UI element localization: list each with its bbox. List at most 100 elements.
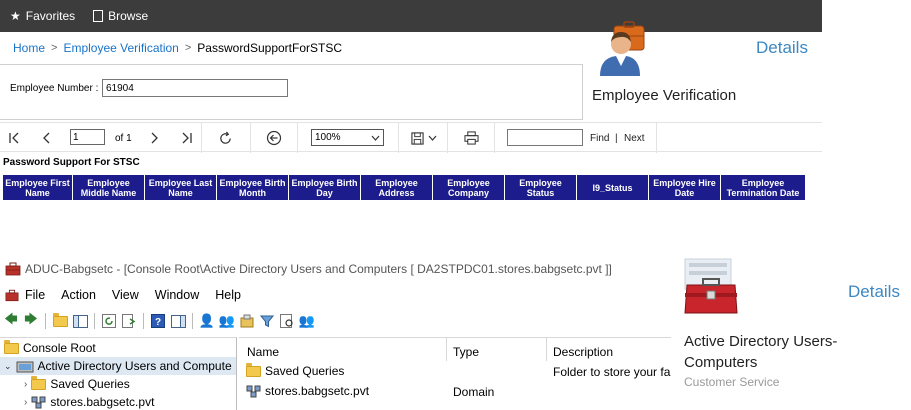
column-header: Employee Birth Month [217, 175, 289, 200]
toolbar-divider [143, 313, 144, 329]
breadcrumb-separator: > [184, 42, 192, 54]
up-one-level-button[interactable] [51, 312, 69, 330]
toolbar-divider [494, 123, 495, 153]
column-header-type[interactable]: Type [453, 345, 479, 359]
forward-button[interactable]: 🡆 [22, 311, 40, 330]
list-item-description: Folder to store your fa [553, 365, 671, 379]
column-header: Employee Hire Date [649, 175, 721, 200]
breadcrumb-employee-verification[interactable]: Employee Verification [63, 41, 178, 55]
new-user-button[interactable]: 👤 [198, 312, 216, 330]
aduc-window-title: ADUC-Babgsetc - [Console Root\Active Dir… [5, 262, 612, 276]
console-tree: Console Root ⌄ Active Directory Users an… [0, 337, 237, 410]
menu-help[interactable]: Help [215, 288, 241, 302]
page-count: of 1 [115, 133, 132, 144]
list-item-name[interactable]: stores.babgsetc.pvt [246, 384, 369, 398]
employee-verification-tile-icon[interactable] [596, 20, 648, 76]
refresh-icon [219, 131, 231, 144]
export-list-button[interactable] [120, 312, 138, 330]
page-number-input[interactable] [70, 129, 105, 145]
list-item-name[interactable]: Saved Queries [246, 362, 345, 378]
folder-up-icon [52, 312, 68, 327]
column-header-name[interactable]: Name [247, 345, 279, 359]
aduc-app-icon [5, 262, 21, 276]
back-arrow-icon [266, 130, 282, 146]
chevron-right-icon: › [24, 396, 28, 408]
list-item-label: stores.babgsetc.pvt [265, 384, 370, 398]
toolbar-divider [192, 313, 193, 329]
list-item-type: Domain [453, 385, 495, 399]
browse-menu[interactable]: Browse [93, 9, 148, 23]
browse-label: Browse [108, 9, 149, 23]
column-header: Employee Status [505, 175, 577, 200]
employee-verification-tile-title[interactable]: Employee Verification [592, 87, 736, 104]
find-next-divider: | [615, 133, 618, 144]
menu-action[interactable]: Action [61, 288, 96, 302]
column-divider [446, 338, 447, 361]
favorites-label: Favorites [25, 9, 76, 23]
next-page-button[interactable] [145, 128, 163, 148]
tree-item-domain[interactable]: › stores.babgsetc.pvt [24, 393, 154, 410]
breadcrumb-separator: > [51, 42, 58, 54]
domain-icon [246, 385, 261, 398]
aduc-node-icon [16, 361, 34, 373]
show-hide-tree-button[interactable] [71, 312, 89, 330]
print-button[interactable] [461, 128, 481, 148]
add-to-group-icon: 👥 [298, 313, 316, 328]
filter-icon [260, 315, 274, 328]
toolbar-divider [201, 123, 202, 153]
find-objects-button[interactable] [278, 312, 296, 330]
last-page-button[interactable] [177, 128, 195, 148]
refresh-button[interactable] [216, 128, 234, 148]
tree-item-aduc[interactable]: ⌄ Active Directory Users and Compute [0, 357, 236, 375]
find-input[interactable] [507, 129, 583, 146]
last-page-icon [182, 132, 192, 144]
tree-item-console-root[interactable]: Console Root [4, 339, 96, 357]
column-header: Employee Address [361, 175, 433, 200]
employee-verification-details-link[interactable]: Details [756, 38, 808, 58]
export-button[interactable] [407, 128, 441, 148]
browse-icon [93, 10, 104, 22]
tree-item-saved-queries[interactable]: › Saved Queries [24, 375, 130, 393]
new-ou-button[interactable] [238, 312, 256, 330]
console-tree-icon [72, 314, 88, 328]
employee-number-input[interactable] [102, 79, 288, 97]
chevron-right-icon [151, 132, 158, 144]
breadcrumb-home[interactable]: Home [13, 41, 45, 55]
first-page-icon [9, 132, 19, 144]
toolbar-divider [398, 123, 399, 153]
favorites-menu[interactable]: ★ Favorites [10, 9, 75, 23]
breadcrumb: Home > Employee Verification > PasswordS… [13, 41, 342, 55]
back-button[interactable]: 🡄 [2, 311, 20, 330]
printer-icon [463, 131, 479, 145]
report-toolbar: of 1 100% Find | Next [0, 122, 822, 153]
chevron-down-icon [428, 135, 437, 141]
refresh-button[interactable] [100, 312, 118, 330]
next-link[interactable]: Next [624, 133, 645, 144]
active-directory-tile-title[interactable]: Active Directory Users-Computers [684, 331, 904, 373]
find-link[interactable]: Find [590, 133, 609, 144]
employee-number-label: Employee Number : [10, 83, 99, 94]
active-directory-tile-icon[interactable] [681, 255, 741, 317]
first-page-button[interactable] [6, 128, 24, 148]
list-item-label: Saved Queries [265, 364, 345, 378]
column-header-description[interactable]: Description [553, 345, 613, 359]
help-button[interactable]: ? [149, 312, 167, 330]
toolbar-divider [94, 313, 95, 329]
column-header: Employee Birth Day [289, 175, 361, 200]
menu-window[interactable]: Window [155, 288, 199, 302]
user-icon: 👤 [198, 313, 216, 328]
action-pane-button[interactable] [169, 312, 187, 330]
zoom-select[interactable]: 100% [311, 129, 384, 146]
aduc-app-icon[interactable] [5, 289, 19, 302]
active-directory-details-link[interactable]: Details [848, 282, 900, 302]
menu-file[interactable]: File [25, 288, 45, 302]
report-header-row: Employee First Name Employee Middle Name… [3, 175, 805, 200]
previous-page-button[interactable] [38, 128, 56, 148]
back-to-parent-button[interactable] [265, 128, 283, 148]
folder-icon [4, 339, 19, 354]
menu-view[interactable]: View [112, 288, 139, 302]
new-group-button[interactable]: 👥 [218, 312, 236, 330]
add-to-group-button[interactable]: 👥 [298, 312, 316, 330]
filter-button[interactable] [258, 312, 276, 330]
find-icon [280, 314, 293, 328]
